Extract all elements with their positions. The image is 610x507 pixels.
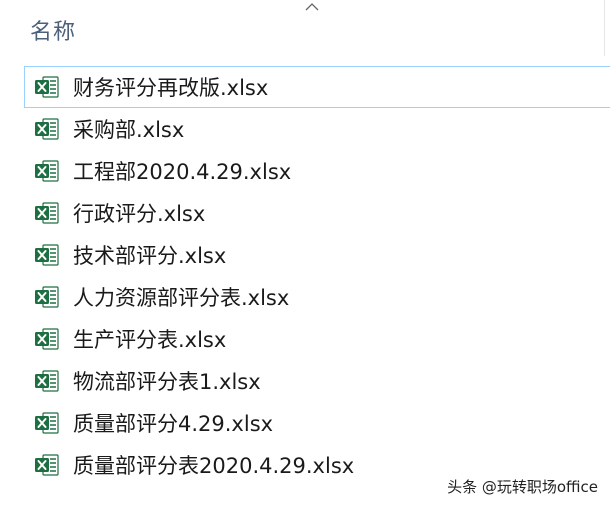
excel-file-icon (34, 368, 60, 394)
excel-file-icon (34, 158, 60, 184)
file-name: 物流部评分表1.xlsx (73, 370, 261, 394)
excel-file-icon (34, 284, 60, 310)
file-name: 行政评分.xlsx (73, 202, 206, 226)
excel-file-icon (34, 326, 60, 352)
file-row[interactable]: 采购部.xlsx (24, 108, 610, 150)
file-row[interactable]: 行政评分.xlsx (24, 192, 610, 234)
file-row[interactable]: 财务评分再改版.xlsx (24, 66, 610, 108)
file-name: 人力资源部评分表.xlsx (73, 286, 290, 310)
file-name: 质量部评分表2020.4.29.xlsx (73, 454, 355, 478)
file-row[interactable]: 人力资源部评分表.xlsx (24, 276, 610, 318)
excel-file-icon (34, 116, 60, 142)
file-name: 生产评分表.xlsx (73, 328, 227, 352)
file-name: 采购部.xlsx (73, 118, 185, 142)
file-row[interactable]: 质量部评分4.29.xlsx (24, 402, 610, 444)
file-row[interactable]: 工程部2020.4.29.xlsx (24, 150, 610, 192)
file-name: 技术部评分.xlsx (73, 244, 227, 268)
file-list: 财务评分再改版.xlsx 采购部.xlsx 工程部2020.4.29.xlsx … (24, 66, 610, 486)
excel-file-icon (34, 410, 60, 436)
column-divider[interactable] (604, 0, 605, 56)
excel-file-icon (34, 242, 60, 268)
name-column-header[interactable]: 名称 (30, 14, 76, 46)
excel-file-icon (34, 200, 60, 226)
file-row[interactable]: 物流部评分表1.xlsx (24, 360, 610, 402)
chevron-up-icon[interactable] (305, 2, 319, 12)
file-row[interactable]: 生产评分表.xlsx (24, 318, 610, 360)
excel-file-icon (34, 452, 60, 478)
file-row[interactable]: 技术部评分.xlsx (24, 234, 610, 276)
watermark: 头条 @玩转职场office (447, 478, 598, 496)
excel-file-icon (34, 74, 60, 100)
file-name: 工程部2020.4.29.xlsx (73, 160, 292, 184)
file-name: 财务评分再改版.xlsx (73, 76, 269, 100)
file-name: 质量部评分4.29.xlsx (73, 412, 274, 436)
